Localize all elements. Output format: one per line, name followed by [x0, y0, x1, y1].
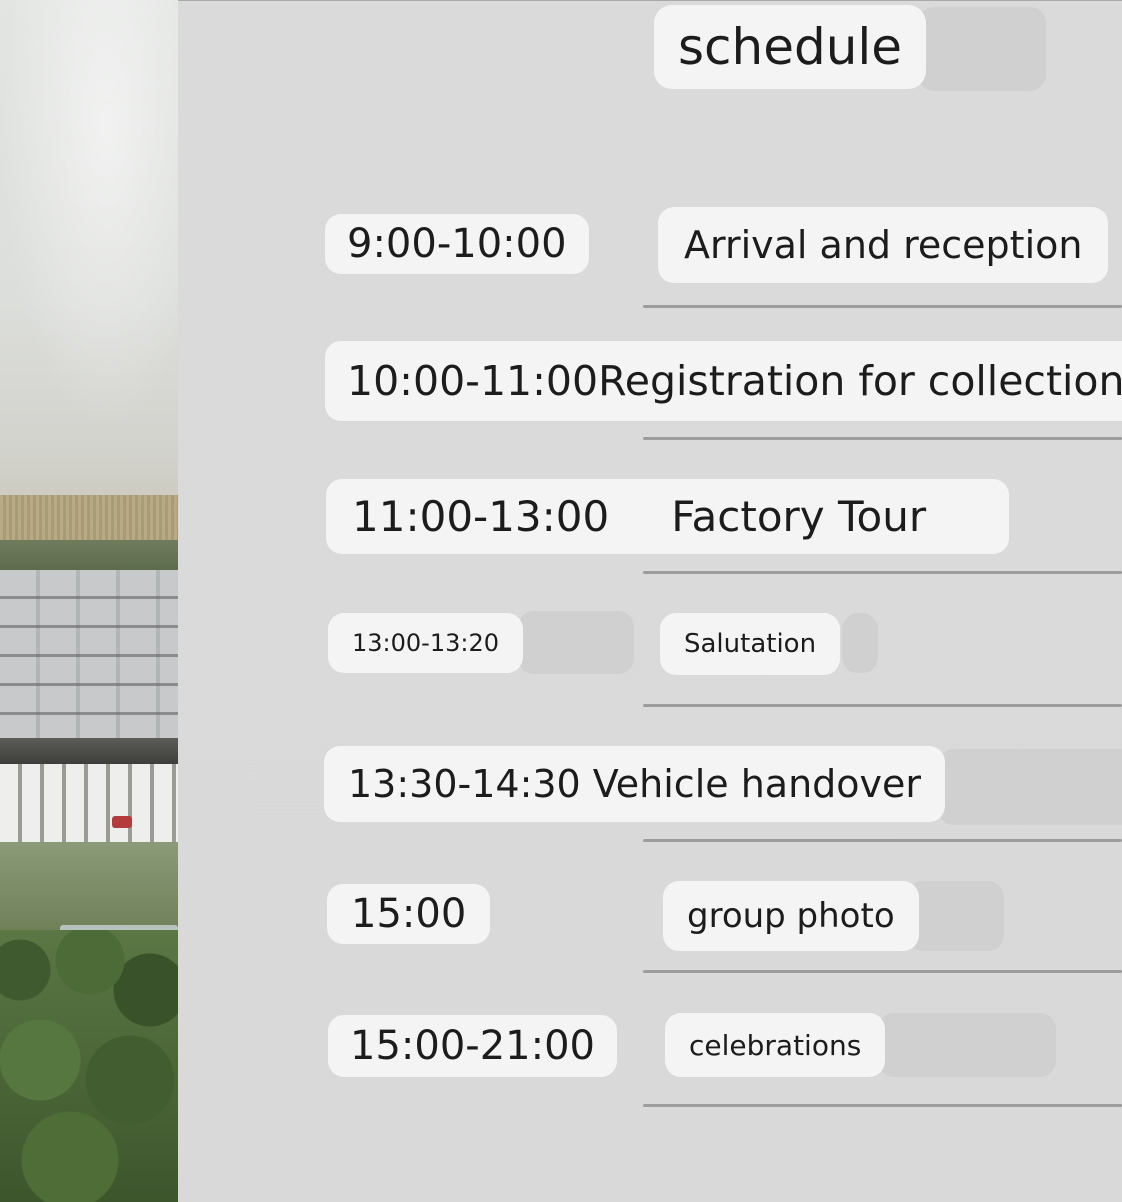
schedule-event-7: celebrations	[665, 1013, 886, 1077]
time-4-shadow	[518, 611, 634, 674]
photo-canopy	[0, 738, 178, 764]
schedule-event-6: group photo	[663, 881, 919, 951]
schedule-time-4: 13:00-13:20	[328, 613, 523, 673]
row-5-shadow	[938, 749, 1122, 825]
divider-2	[643, 437, 1122, 440]
schedule-row-5: 13:30-14:30 Vehicle handover	[324, 746, 946, 822]
schedule-row-3: 11:00-13:00 Factory Tour	[326, 479, 1009, 554]
schedule-time-2: 10:00-11:00	[347, 357, 599, 405]
photo-red-car	[112, 816, 132, 828]
event-6-shadow	[906, 881, 1004, 951]
schedule-event-3: Factory Tour	[671, 492, 927, 541]
schedule-time-3: 11:00-13:00	[352, 492, 610, 541]
schedule-time-5: 13:30-14:30	[348, 762, 581, 806]
photo-facade	[0, 764, 178, 842]
divider-1	[643, 305, 1122, 308]
schedule-time-7: 15:00-21:00	[328, 1015, 617, 1077]
schedule-event-5: Vehicle handover	[592, 762, 922, 806]
photo-factory-roof	[0, 570, 178, 745]
divider-3	[643, 571, 1122, 574]
factory-photo	[0, 0, 178, 1202]
photo-trees	[0, 930, 178, 1202]
title-shadow	[918, 7, 1046, 91]
schedule-row-2: 10:00-11:00 Registration for collection	[325, 341, 1122, 421]
event-7-shadow	[878, 1013, 1056, 1077]
schedule-event-1: Arrival and reception	[658, 207, 1109, 283]
divider-6	[643, 970, 1122, 973]
photo-treeline	[0, 540, 178, 570]
schedule-event-2: Registration for collection	[598, 357, 1122, 405]
photo-lawn	[0, 842, 178, 932]
divider-4	[643, 704, 1122, 707]
schedule-panel: schedule 9:00-10:00 Arrival and receptio…	[178, 0, 1122, 1202]
event-4-shadow	[842, 613, 878, 673]
page-title: schedule	[654, 5, 927, 89]
schedule-time-6: 15:00	[327, 884, 491, 944]
divider-7	[643, 1104, 1122, 1107]
divider-5	[643, 839, 1122, 842]
photo-sky	[0, 0, 178, 430]
schedule-event-4: Salutation	[660, 613, 841, 675]
schedule-time-1: 9:00-10:00	[325, 214, 589, 274]
